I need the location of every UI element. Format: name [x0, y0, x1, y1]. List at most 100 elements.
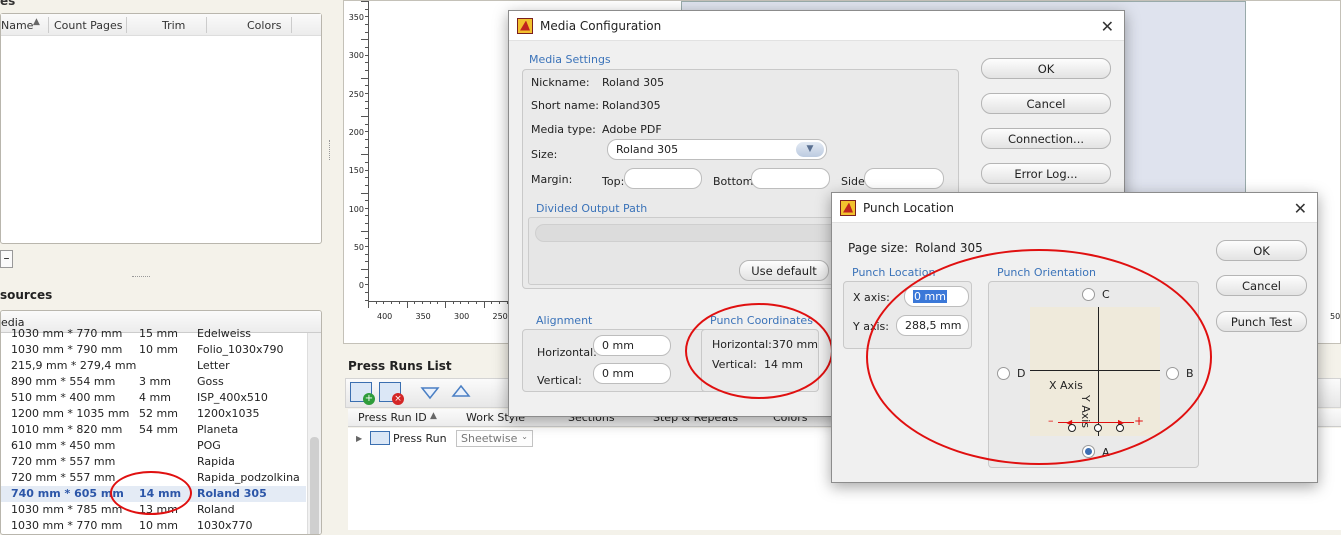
media-margin: 4 mm [139, 391, 171, 404]
media-row[interactable]: 1030 mm * 770 mm 10 mm 1030x770 [1, 518, 306, 534]
ruler-tick-mark [365, 292, 368, 294]
ruler-tick-mark [498, 301, 500, 304]
media-row[interactable]: 1030 mm * 770 mm 15 mm Edelweiss [1, 326, 306, 342]
vertical-label: Vertical: [537, 374, 582, 387]
pages-list[interactable]: Name ▲ Count Pages Trim Colors [0, 13, 322, 244]
media-scrollbar[interactable] [307, 333, 321, 534]
delete-press-run-icon[interactable]: × [379, 382, 404, 405]
ruler-tick-mark [414, 301, 416, 304]
nickname-label: Nickname: [531, 76, 590, 89]
dialog-titlebar[interactable]: Punch Location ✕ [832, 193, 1317, 223]
col-name[interactable]: Name [1, 19, 33, 32]
media-row[interactable]: 890 mm * 554 mm 3 mm Goss [1, 374, 306, 390]
ruler-tick-mark [375, 301, 377, 304]
media-name: Rapida [197, 455, 235, 468]
ruler-tick-mark [365, 223, 368, 225]
media-size: 610 mm * 450 mm [11, 439, 116, 452]
use-default-button[interactable]: Use default [739, 260, 829, 281]
sort-up-icon: ▲ [33, 17, 40, 27]
ruler-tick-mark [368, 301, 369, 308]
ruler-tick-mark [491, 301, 493, 304]
ruler-tick: 50 [1330, 312, 1341, 321]
margin-bottom-input[interactable] [751, 168, 830, 189]
size-select[interactable]: Roland 305 ▼ [607, 139, 827, 160]
ruler-tick-mark [361, 77, 368, 79]
sort-up-icon: ▲ [430, 411, 437, 421]
margin-top-input[interactable] [624, 168, 702, 189]
work-style-select[interactable]: Sheetwise ⌄ [456, 430, 533, 447]
ruler-tick-mark [365, 246, 368, 248]
cancel-button[interactable]: Cancel [981, 93, 1111, 114]
media-name: Rapida_podzolkina [197, 471, 300, 484]
ruler-tick-mark [361, 230, 368, 232]
media-row[interactable]: 215,9 mm * 279,4 mm Letter [1, 358, 306, 374]
mediatype-value: Adobe PDF [602, 123, 662, 136]
ruler-tick-mark [361, 39, 368, 41]
ruler-tick-mark [365, 177, 368, 179]
dialog-titlebar[interactable]: Media Configuration ✕ [509, 11, 1124, 41]
ruler-tick-mark [391, 301, 393, 304]
horizontal-input[interactable]: 0 mm [593, 335, 671, 356]
media-row[interactable]: 1010 mm * 820 mm 54 mm Planeta [1, 422, 306, 438]
alignment-title: Alignment [536, 314, 593, 327]
ruler-tick-mark [365, 8, 368, 10]
media-name: Letter [197, 359, 230, 372]
connection-button[interactable]: Connection... [981, 128, 1111, 149]
media-row[interactable]: 720 mm * 557 mm Rapida [1, 454, 306, 470]
remove-button[interactable]: – [0, 250, 13, 268]
ruler-tick-mark [460, 301, 462, 304]
shortname-value: Roland305 [602, 99, 661, 112]
media-size: 1030 mm * 785 mm [11, 503, 123, 516]
ok-button[interactable]: OK [981, 58, 1111, 79]
margin-label: Margin: [531, 173, 573, 186]
cancel-button[interactable]: Cancel [1216, 275, 1307, 296]
close-icon[interactable]: ✕ [1101, 17, 1114, 36]
ruler-tick-mark [365, 215, 368, 217]
splitter-grip[interactable] [132, 276, 150, 279]
horizontal-label: Horizontal: [537, 346, 597, 359]
media-settings-title: Media Settings [529, 53, 611, 66]
ruler-tick-mark [365, 184, 368, 186]
press-run-label[interactable]: Press Run [393, 432, 447, 445]
ruler-tick-mark [365, 108, 368, 110]
ruler-tick-mark [365, 46, 368, 48]
media-row[interactable]: 1030 mm * 790 mm 10 mm Folio_1030x790 [1, 342, 306, 358]
ruler-tick-mark [365, 161, 368, 163]
divided-output-title: Divided Output Path [536, 202, 648, 215]
size-label: Size: [531, 148, 558, 161]
ruler-tick-mark [365, 100, 368, 102]
x-tick-label: 300 [454, 312, 470, 321]
media-name: Roland [197, 503, 235, 516]
scroll-thumb[interactable] [310, 437, 319, 534]
media-name: POG [197, 439, 221, 452]
ruler-tick-mark [437, 301, 439, 304]
ruler-tick-mark [361, 192, 368, 194]
job-panel: es Name ▲ Count Pages Trim Colors – sour… [0, 0, 340, 535]
vertical-input[interactable]: 0 mm [593, 363, 671, 384]
media-row[interactable]: 610 mm * 450 mm POG [1, 438, 306, 454]
media-size: 1010 mm * 820 mm [11, 423, 123, 436]
y-tick-label: 100 [348, 204, 364, 214]
col-press-run-id[interactable]: Press Run ID [358, 411, 427, 424]
ruler-tick-mark [429, 301, 431, 304]
media-margin: 15 mm [139, 327, 178, 340]
move-down-icon[interactable] [420, 386, 440, 400]
col-count-pages[interactable]: Count Pages [54, 19, 123, 32]
move-up-icon[interactable] [451, 384, 471, 398]
margin-side-input[interactable] [864, 168, 944, 189]
add-press-run-icon[interactable]: + [350, 382, 375, 405]
ok-button[interactable]: OK [1216, 240, 1307, 261]
error-log-button[interactable]: Error Log... [981, 163, 1111, 184]
col-colors[interactable]: Colors [247, 19, 281, 32]
media-size: 1030 mm * 770 mm [11, 519, 123, 532]
media-name: 1200x1035 [197, 407, 260, 420]
punch-test-button[interactable]: Punch Test [1216, 311, 1307, 332]
close-icon[interactable]: ✕ [1294, 199, 1307, 218]
vertical-splitter[interactable] [329, 140, 332, 160]
expand-arrow-icon[interactable]: ▶ [356, 434, 362, 443]
media-row[interactable]: 1200 mm * 1035 mm 52 mm 1200x1035 [1, 406, 306, 422]
col-trim[interactable]: Trim [162, 19, 185, 32]
chevron-down-icon: ▼ [796, 142, 824, 157]
app-icon [840, 199, 856, 216]
media-row[interactable]: 510 mm * 400 mm 4 mm ISP_400x510 [1, 390, 306, 406]
